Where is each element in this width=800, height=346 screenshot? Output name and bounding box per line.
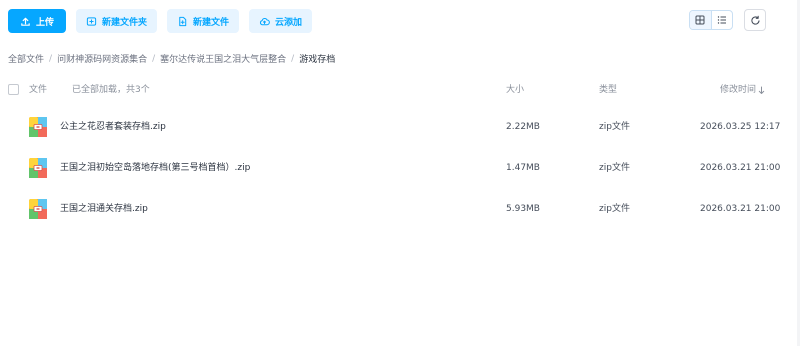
folder-add-icon	[86, 16, 97, 26]
file-name[interactable]: 王国之泪初始空岛落地存档(第三号档首档）.zip	[60, 161, 250, 175]
file-size: 2.22MB	[506, 122, 540, 132]
list-view-button[interactable]	[710, 11, 733, 29]
column-header-modified-label: 修改时间	[720, 85, 757, 95]
new-folder-label: 新建文件夹	[102, 17, 148, 28]
cloud-add-label: 云添加	[275, 17, 303, 28]
file-size: 1.47MB	[506, 163, 540, 173]
file-row[interactable]: 公主之花忍者套装存档.zip 2.22MB zip文件 2026.03.25 1…	[0, 107, 800, 147]
file-size: 5.93MB	[506, 204, 540, 214]
file-table-header: 文件 已全部加载，共3个 大小 类型 修改时间	[0, 82, 800, 98]
zip-archive-icon	[29, 199, 47, 219]
file-type: zip文件	[599, 122, 630, 132]
refresh-icon	[750, 15, 760, 25]
new-file-button[interactable]: 新建文件	[167, 9, 240, 33]
breadcrumb-separator: /	[291, 53, 295, 64]
file-add-icon	[179, 16, 187, 26]
toolbar: 上传 新建文件夹 新建文件 云添加	[8, 9, 313, 33]
breadcrumb-item-current: 游戏存档	[299, 55, 336, 65]
file-modified-time: 2026.03.25 12:17	[700, 122, 781, 132]
cloud-add-button[interactable]: 云添加	[249, 9, 313, 33]
zip-archive-icon	[29, 158, 47, 178]
file-modified-time: 2026.03.21 21:00	[700, 204, 781, 214]
select-all-checkbox[interactable]	[8, 84, 19, 95]
column-header-name[interactable]: 文件	[29, 82, 47, 98]
column-header-size[interactable]: 大小	[506, 82, 524, 98]
breadcrumb-item-resource-collection[interactable]: 问财神源码网资源集合	[57, 52, 147, 65]
upload-icon	[21, 17, 30, 26]
column-header-modified[interactable]: 修改时间	[720, 82, 765, 98]
file-name[interactable]: 公主之花忍者套装存档.zip	[60, 120, 166, 134]
breadcrumb-item-zelda-bundle[interactable]: 塞尔达传说王国之泪大气层整合	[160, 52, 286, 65]
breadcrumb: 全部文件 / 问财神源码网资源集合 / 塞尔达传说王国之泪大气层整合 / 游戏存…	[8, 52, 336, 66]
file-name[interactable]: 王国之泪通关存档.zip	[60, 202, 148, 216]
column-header-type[interactable]: 类型	[599, 82, 617, 98]
refresh-button[interactable]	[744, 9, 766, 31]
cloud-upload-icon	[260, 17, 270, 25]
upload-label: 上传	[36, 17, 55, 28]
zip-archive-icon	[29, 117, 47, 137]
grid-view-button[interactable]	[690, 11, 711, 29]
load-status-text: 已全部加载，共3个	[72, 85, 150, 95]
grid-icon	[695, 15, 705, 25]
file-modified-time: 2026.03.21 21:00	[700, 163, 781, 173]
breadcrumb-item-all-files[interactable]: 全部文件	[8, 52, 44, 65]
file-row[interactable]: 王国之泪通关存档.zip 5.93MB zip文件 2026.03.21 21:…	[0, 189, 800, 229]
list-icon	[717, 16, 726, 24]
upload-button[interactable]: 上传	[8, 9, 67, 33]
file-type: zip文件	[599, 163, 630, 173]
file-type: zip文件	[599, 204, 630, 214]
new-folder-button[interactable]: 新建文件夹	[76, 9, 158, 33]
breadcrumb-separator: /	[152, 53, 156, 64]
breadcrumb-separator: /	[49, 53, 53, 64]
sort-desc-icon	[758, 86, 765, 94]
view-toggle	[689, 10, 733, 30]
file-row[interactable]: 王国之泪初始空岛落地存档(第三号档首档）.zip 1.47MB zip文件 20…	[0, 148, 800, 188]
new-file-label: 新建文件	[193, 17, 230, 28]
